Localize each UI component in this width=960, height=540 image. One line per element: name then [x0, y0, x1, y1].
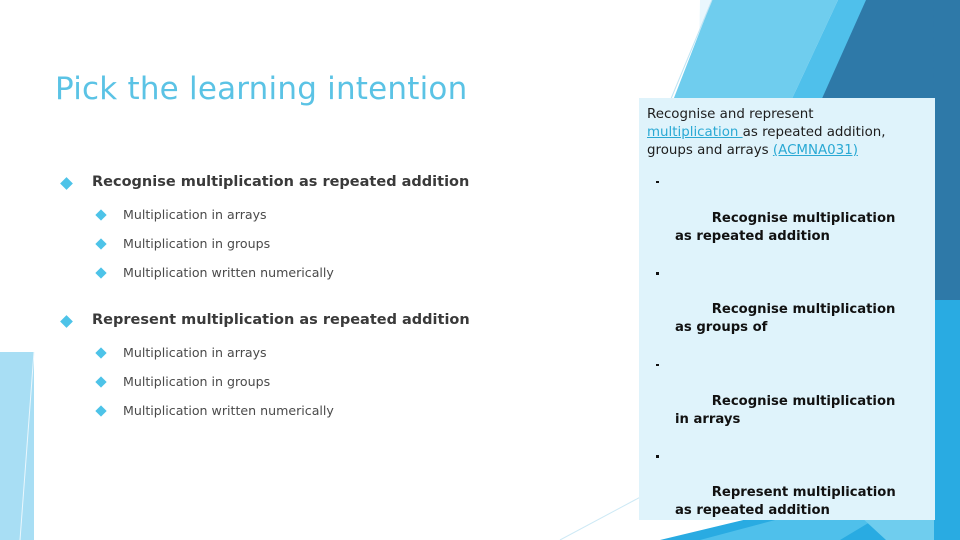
- diamond-bullet-icon: [95, 404, 107, 417]
- outline-item-level2[interactable]: Multiplication in groups: [56, 367, 616, 396]
- acmna031-code-link[interactable]: (ACMNA031): [773, 143, 858, 158]
- diamond-bullet-icon: [95, 375, 107, 388]
- diamond-bullet-icon: [60, 176, 73, 190]
- multiplication-link[interactable]: multiplication: [647, 125, 743, 140]
- outline-item-label: Multiplication written numerically: [123, 264, 334, 280]
- dot-bullet-icon: [656, 180, 659, 184]
- diamond-bullet-icon: [95, 346, 107, 359]
- panel-list-item-label: Represent multiplication as repeated add…: [675, 485, 905, 519]
- outline-item-label: Multiplication written numerically: [123, 402, 334, 418]
- deco-shape-light-top: [672, 0, 838, 103]
- panel-list-item-label: Recognise multiplication as groups of: [675, 302, 900, 336]
- diamond-bullet-icon: [95, 266, 107, 279]
- outline-item-label: Multiplication in arrays: [123, 206, 267, 222]
- deco-band-mid-right: [934, 300, 960, 540]
- panel-list-item: Recognise multiplication as groups of: [647, 265, 913, 355]
- outline-group-spacer: [56, 287, 616, 306]
- deco-hairline-left: [19, 351, 35, 540]
- curriculum-reference-panel: Recognise and represent multiplication a…: [639, 98, 935, 520]
- outline-item-level2[interactable]: Multiplication in arrays: [56, 338, 616, 367]
- outline-item-label: Recognise multiplication as repeated add…: [92, 174, 470, 191]
- deco-wedge-left-inner: [0, 352, 34, 540]
- slide-canvas: Pick the learning intention Recognise mu…: [0, 0, 960, 540]
- deco-wedge-left-pale: [8, 352, 34, 540]
- deco-hairline-top: [667, 0, 713, 107]
- page-title: Pick the learning intention: [55, 70, 468, 107]
- diamond-bullet-icon: [95, 237, 107, 250]
- diamond-bullet-icon: [95, 208, 107, 221]
- deco-shape-pale-top: [698, 0, 760, 103]
- panel-list-item-label: Recognise multiplication as repeated add…: [675, 211, 900, 245]
- outline-item-level2[interactable]: Multiplication written numerically: [56, 396, 616, 425]
- panel-outcomes-list: Recognise multiplication as repeated add…: [647, 174, 913, 540]
- panel-list-item: Recognise multiplication as repeated add…: [647, 174, 913, 264]
- panel-heading-text-1: Recognise and represent: [647, 107, 814, 122]
- panel-list-item: Recognise multiplication in arrays: [647, 357, 913, 447]
- outline-item-label: Multiplication in groups: [123, 373, 271, 389]
- outline-item-level2[interactable]: Multiplication written numerically: [56, 258, 616, 287]
- panel-list-item: Represent multiplication as repeated add…: [647, 448, 913, 538]
- deco-shape-lightmid-top: [790, 0, 872, 103]
- panel-list-item-label: Recognise multiplication in arrays: [675, 393, 900, 427]
- panel-heading: Recognise and represent multiplication a…: [647, 106, 893, 160]
- diamond-bullet-icon: [60, 314, 73, 328]
- outline-item-label: Represent multiplication as repeated add…: [92, 312, 470, 329]
- learning-intentions-outline: Recognise multiplication as repeated add…: [56, 168, 616, 425]
- deco-wedge-left: [0, 352, 34, 540]
- outline-item-label: Multiplication in groups: [123, 235, 271, 251]
- outline-item-label: Multiplication in arrays: [123, 344, 267, 360]
- dot-bullet-icon: [656, 455, 659, 458]
- deco-band-dark-right: [934, 0, 960, 300]
- deco-shape-darkright-top: [933, 0, 960, 103]
- outline-item-level2[interactable]: Multiplication in arrays: [56, 200, 616, 229]
- dot-bullet-icon: [656, 272, 659, 275]
- deco-band-dark-right-lower: [934, 96, 948, 300]
- deco-shape-dark-top: [820, 0, 940, 103]
- dot-bullet-icon: [656, 363, 659, 367]
- outline-item-level1[interactable]: Represent multiplication as repeated add…: [56, 306, 616, 336]
- outline-item-level1[interactable]: Recognise multiplication as repeated add…: [56, 168, 616, 198]
- outline-item-level2[interactable]: Multiplication in groups: [56, 229, 616, 258]
